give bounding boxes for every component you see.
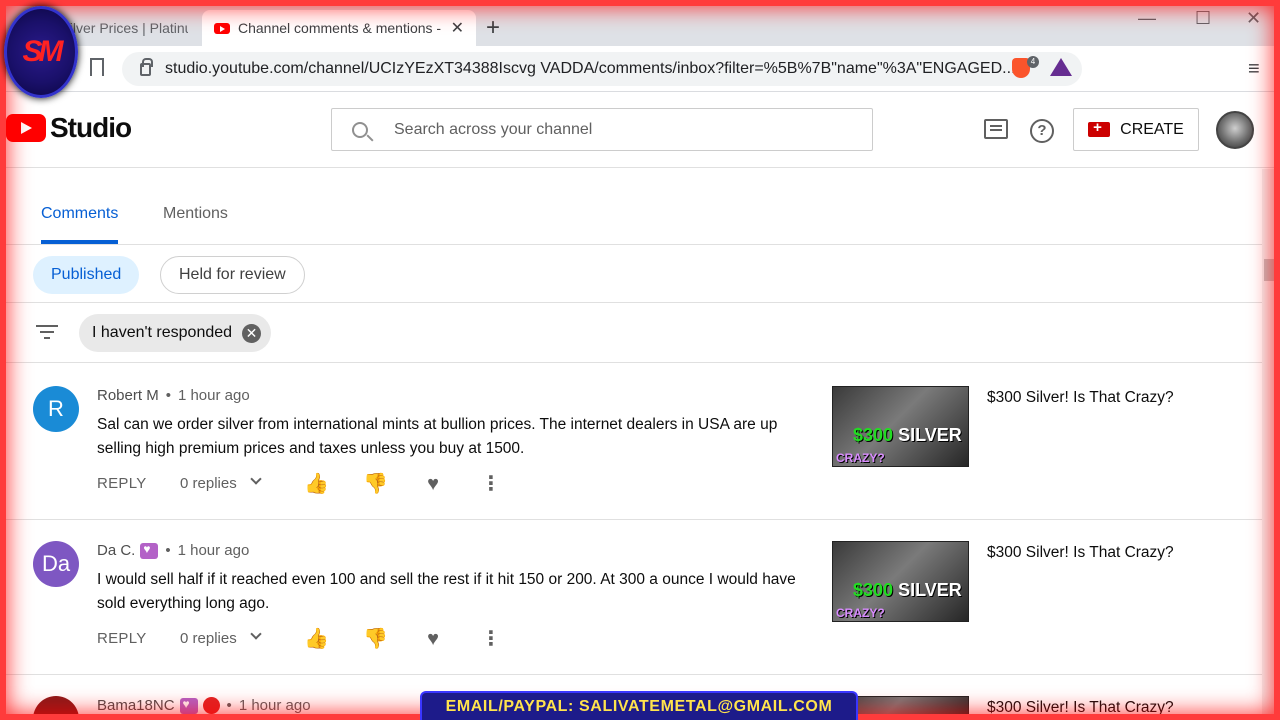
comment-time[interactable]: 1 hour ago	[178, 387, 250, 404]
studio-logo[interactable]: Studio	[6, 112, 132, 144]
window-close-icon[interactable]: ✕	[1246, 8, 1261, 29]
chevron-down-icon[interactable]	[250, 628, 262, 640]
filter-icon[interactable]	[36, 325, 58, 341]
maximize-icon[interactable]: ☐	[1195, 8, 1211, 29]
comment-time[interactable]: 1 hour ago	[178, 542, 250, 559]
filter-chip-label: I haven't responded	[92, 324, 233, 341]
scroll-thumb[interactable]	[1264, 259, 1276, 281]
chevron-down-icon[interactable]	[250, 473, 262, 485]
thumbnail-tag: CRAZY?	[836, 451, 885, 465]
tab-title: Channel comments & mentions -	[238, 20, 442, 36]
thumbs-up-icon[interactable]: 👍	[304, 473, 329, 495]
comment-actions: REPLY 0 replies 👍 👎 ♥ ⋮	[97, 473, 517, 497]
video-thumbnail[interactable]: $300 SILVER CRAZY?	[832, 386, 969, 467]
video-title[interactable]: $300 Silver! Is That Crazy?	[987, 389, 1174, 407]
meta-separator: •	[165, 542, 171, 559]
status-chip-row: Published Held for review	[0, 245, 1262, 303]
avatar[interactable]	[33, 696, 79, 720]
tab-comments[interactable]: Comments	[41, 205, 118, 223]
comment-time[interactable]: 1 hour ago	[239, 697, 311, 714]
held-for-review-chip[interactable]: Held for review	[160, 256, 305, 294]
video-camera-icon	[1088, 119, 1111, 137]
channel-search[interactable]	[331, 108, 873, 151]
lock-badge-icon	[202, 697, 220, 714]
meta-separator: •	[226, 697, 232, 714]
comment-tabs: Comments Mentions	[0, 169, 1262, 245]
comment-actions: REPLY 0 replies 👍 👎 ♥ ⋮	[97, 628, 517, 652]
help-icon[interactable]: ?	[1030, 119, 1054, 143]
browser-tab-bar: s | Silver Prices | Platinu Channel comm…	[0, 0, 1280, 46]
comment-author[interactable]: Da C.	[97, 542, 135, 559]
thumbs-down-icon[interactable]: 👎	[363, 628, 388, 650]
heart-icon[interactable]: ♥	[422, 628, 444, 650]
video-title[interactable]: $300 Silver! Is That Crazy?	[987, 544, 1174, 562]
heart-icon[interactable]: ♥	[422, 473, 444, 495]
minimize-icon[interactable]: —	[1138, 8, 1156, 29]
search-icon	[352, 121, 368, 138]
comment-author[interactable]: Bama18NC	[97, 697, 175, 714]
shields-count-badge: 4	[1027, 56, 1039, 68]
thumbnail-text: $300 SILVER	[853, 580, 962, 600]
brave-rewards-icon[interactable]	[1050, 58, 1072, 76]
replies-toggle[interactable]: 0 replies	[180, 630, 237, 647]
address-bar: studio.youtube.com/channel/UCIzYEzXT3438…	[0, 46, 1280, 92]
search-input[interactable]	[394, 120, 834, 139]
remove-filter-icon[interactable]: ✕	[242, 323, 262, 343]
create-button[interactable]: CREATE	[1073, 108, 1199, 151]
close-tab-icon[interactable]: ✕	[451, 18, 464, 38]
youtube-logo-icon	[6, 114, 46, 142]
avatar[interactable]: R	[33, 386, 79, 432]
comment-meta: Bama18NC • 1 hour ago	[97, 697, 311, 714]
comment-item: R Robert M • 1 hour ago Sal can we order…	[0, 365, 1262, 520]
thumbs-down-icon[interactable]: 👎	[363, 473, 388, 495]
comment-meta: Robert M • 1 hour ago	[97, 387, 250, 404]
more-options-icon[interactable]: ⋮	[480, 628, 502, 650]
comment-meta: Da C. • 1 hour ago	[97, 542, 250, 560]
comment-author[interactable]: Robert M	[97, 387, 159, 404]
new-tab-button[interactable]: +	[486, 14, 500, 42]
lock-icon	[140, 57, 153, 76]
thumbnail-tag: CRAZY?	[836, 606, 885, 620]
more-options-icon[interactable]: ⋮	[480, 473, 502, 495]
thumbs-up-icon[interactable]: 👍	[304, 628, 329, 650]
channel-logo-overlay: SM	[4, 6, 78, 98]
comment-text: Sal can we order silver from internation…	[97, 416, 778, 457]
thumbnail-text: $300 SILVER	[853, 425, 962, 445]
browser-tab-channel-comments[interactable]: Channel comments & mentions - ✕	[202, 10, 476, 46]
url-text: studio.youtube.com/channel/UCIzYEzXT3438…	[165, 60, 1016, 77]
logo-text: Studio	[50, 112, 132, 143]
bookmark-icon[interactable]	[90, 58, 104, 76]
avatar[interactable]: Da	[33, 541, 79, 587]
create-label: CREATE	[1120, 120, 1184, 138]
replies-toggle[interactable]: 0 replies	[180, 475, 237, 492]
filter-chip[interactable]: I haven't responded ✕	[79, 314, 272, 352]
channel-avatar[interactable]	[1216, 111, 1254, 149]
meta-separator: •	[165, 387, 171, 404]
studio-header: Studio ? CREATE	[0, 92, 1280, 168]
tab-mentions[interactable]: Mentions	[163, 205, 228, 223]
member-badge-icon	[140, 542, 159, 559]
page-scrollbar[interactable]	[1262, 169, 1280, 720]
reply-button[interactable]: REPLY	[97, 630, 147, 647]
feedback-icon[interactable]	[984, 119, 1008, 139]
youtube-favicon-icon	[214, 22, 230, 34]
video-thumbnail[interactable]: $300 SILVER CRAZY?	[832, 541, 969, 622]
published-chip[interactable]: Published	[33, 256, 140, 294]
browser-menu-icon[interactable]: ≡	[1248, 58, 1260, 81]
reply-button[interactable]: REPLY	[97, 475, 147, 492]
comment-item: Da Da C. • 1 hour ago I would sell half …	[0, 520, 1262, 675]
comment-text: I would sell half if it reached even 100…	[97, 571, 796, 612]
member-badge-icon	[179, 697, 198, 714]
video-title[interactable]: $300 Silver! Is That Crazy?	[987, 699, 1174, 717]
active-tab-indicator	[41, 240, 118, 244]
url-field[interactable]: studio.youtube.com/channel/UCIzYEzXT3438…	[122, 52, 1082, 86]
email-banner-overlay: EMAIL/PAYPAL: SALIVATEMETAL@GMAIL.COM	[420, 691, 858, 720]
filter-row: I haven't responded ✕	[0, 303, 1262, 363]
